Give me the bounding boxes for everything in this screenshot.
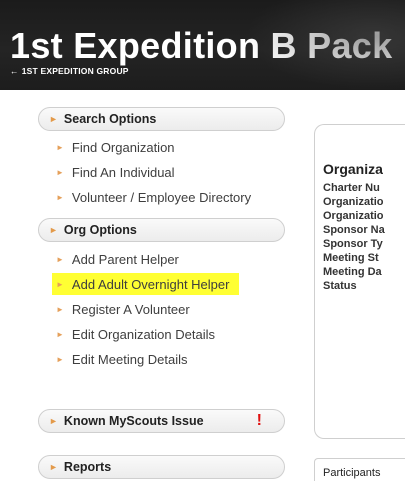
- bullet-icon: ►: [56, 167, 64, 177]
- section-label: Known MyScouts Issue: [63, 414, 204, 428]
- search-options-section[interactable]: ► Search Options: [38, 107, 285, 131]
- meeting-start-label: Meeting St: [323, 252, 379, 264]
- back-arrow-icon: ←: [10, 66, 19, 76]
- nav-link-label: Register A Volunteer: [71, 301, 190, 317]
- meeting-day-label: Meeting Da: [323, 266, 382, 278]
- charter-number-label: Charter Nu: [323, 182, 380, 194]
- page-header: 1st Expedition B Pack ← 1ST EXPEDITION GR…: [0, 0, 405, 90]
- reports-section[interactable]: ► Reports: [38, 455, 285, 479]
- find-organization-link[interactable]: ► Find Organization: [56, 136, 175, 158]
- nav-link-label: Find Organization: [71, 139, 175, 155]
- known-issue-section[interactable]: ► Known MyScouts Issue !: [38, 409, 285, 433]
- bullet-icon: ►: [56, 279, 64, 289]
- organization-panel: Organiza Charter Nu Organizatio Organiza…: [314, 124, 405, 439]
- caret-right-icon: ►: [49, 114, 58, 124]
- register-a-volunteer-link[interactable]: ► Register A Volunteer: [56, 298, 190, 320]
- alert-icon: !: [256, 412, 262, 429]
- back-link-label: 1ST EXPEDITION GROUP: [21, 66, 129, 76]
- add-adult-overnight-helper-link[interactable]: ► Add Adult Overnight Helper: [52, 273, 240, 295]
- sponsor-type-label: Sponsor Ty: [323, 238, 383, 250]
- nav-link-label: Find An Individual: [71, 164, 175, 180]
- organization-label: Organizatio: [323, 210, 384, 222]
- page-title: 1st Expedition B Pack: [10, 25, 393, 66]
- add-parent-helper-link[interactable]: ► Add Parent Helper: [56, 248, 179, 270]
- bullet-icon: ►: [56, 304, 64, 314]
- caret-right-icon: ►: [49, 462, 58, 472]
- bullet-icon: ►: [56, 329, 64, 339]
- section-label: Reports: [63, 460, 112, 474]
- section-label: Search Options: [63, 112, 157, 126]
- org-options-section[interactable]: ► Org Options: [38, 218, 285, 242]
- bullet-icon: ►: [56, 192, 64, 202]
- nav-link-label: Edit Meeting Details: [71, 351, 188, 367]
- caret-right-icon: ►: [49, 225, 58, 235]
- section-label: Org Options: [63, 223, 137, 237]
- edit-organization-details-link[interactable]: ► Edit Organization Details: [56, 323, 215, 345]
- edit-meeting-details-link[interactable]: ► Edit Meeting Details: [56, 348, 188, 370]
- bullet-icon: ►: [56, 354, 64, 364]
- tab-participants[interactable]: Participants: [314, 458, 405, 481]
- bullet-icon: ►: [56, 142, 64, 152]
- find-an-individual-link[interactable]: ► Find An Individual: [56, 161, 175, 183]
- back-to-group-link[interactable]: ← 1ST EXPEDITION GROUP: [10, 66, 129, 76]
- volunteer-directory-link[interactable]: ► Volunteer / Employee Directory: [56, 186, 251, 208]
- sponsor-name-label: Sponsor Na: [323, 224, 385, 236]
- nav-link-label: Add Adult Overnight Helper: [71, 276, 230, 292]
- organization-label: Organizatio: [323, 196, 384, 208]
- status-label: Status: [323, 280, 357, 292]
- bullet-icon: ►: [56, 254, 64, 264]
- nav-link-label: Add Parent Helper: [71, 251, 179, 267]
- caret-right-icon: ►: [49, 416, 58, 426]
- nav-link-label: Volunteer / Employee Directory: [71, 189, 252, 205]
- panel-title: Organiza: [323, 161, 383, 177]
- nav-link-label: Edit Organization Details: [71, 326, 215, 342]
